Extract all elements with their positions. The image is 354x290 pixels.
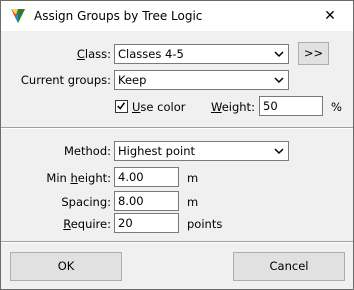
class-more-button[interactable]: >> xyxy=(298,42,329,65)
ok-button[interactable]: OK xyxy=(10,252,122,281)
separator xyxy=(1,241,353,243)
chevron-down-icon xyxy=(274,77,284,84)
spacing-input[interactable]: 8.00 xyxy=(114,191,179,211)
use-color-label: Use color xyxy=(132,100,186,114)
spacing-unit: m xyxy=(187,195,199,209)
method-value: Highest point xyxy=(118,144,195,158)
spacing-label: Spacing: xyxy=(61,195,111,209)
class-label: Class: xyxy=(76,47,111,61)
close-button[interactable]: ✕ xyxy=(307,1,353,31)
require-label: Require: xyxy=(63,217,111,231)
use-color-checkbox[interactable] xyxy=(115,100,128,113)
weight-unit: % xyxy=(331,100,342,114)
title-bar: Assign Groups by Tree Logic ✕ xyxy=(1,1,353,31)
method-dropdown[interactable]: Highest point xyxy=(114,141,289,161)
close-icon: ✕ xyxy=(324,8,336,24)
chevron-down-icon xyxy=(274,148,284,155)
app-logo-icon xyxy=(11,9,25,23)
require-input[interactable]: 20 xyxy=(114,213,179,233)
weight-input[interactable]: 50 xyxy=(259,96,323,116)
window-title: Assign Groups by Tree Logic xyxy=(34,9,203,23)
current-groups-label: Current groups: xyxy=(20,73,111,87)
dialog-body: Class: Classes 4-5 >> Current groups: Ke… xyxy=(1,31,353,289)
checkmark-icon xyxy=(117,102,126,110)
weight-label: Weight: xyxy=(211,100,255,114)
cancel-button[interactable]: Cancel xyxy=(233,252,345,281)
require-unit: points xyxy=(187,217,223,231)
min-height-input[interactable]: 4.00 xyxy=(114,167,179,187)
current-groups-dropdown[interactable]: Keep xyxy=(114,70,289,90)
class-dropdown[interactable]: Classes 4-5 xyxy=(114,44,289,64)
min-height-label: Min height: xyxy=(46,171,111,185)
method-label: Method: xyxy=(63,144,111,158)
dialog-window: Assign Groups by Tree Logic ✕ Class: Cla… xyxy=(0,0,354,290)
separator xyxy=(1,127,353,129)
chevron-down-icon xyxy=(274,51,284,58)
min-height-unit: m xyxy=(187,171,199,185)
class-dropdown-value: Classes 4-5 xyxy=(118,47,184,61)
current-groups-value: Keep xyxy=(118,73,147,87)
